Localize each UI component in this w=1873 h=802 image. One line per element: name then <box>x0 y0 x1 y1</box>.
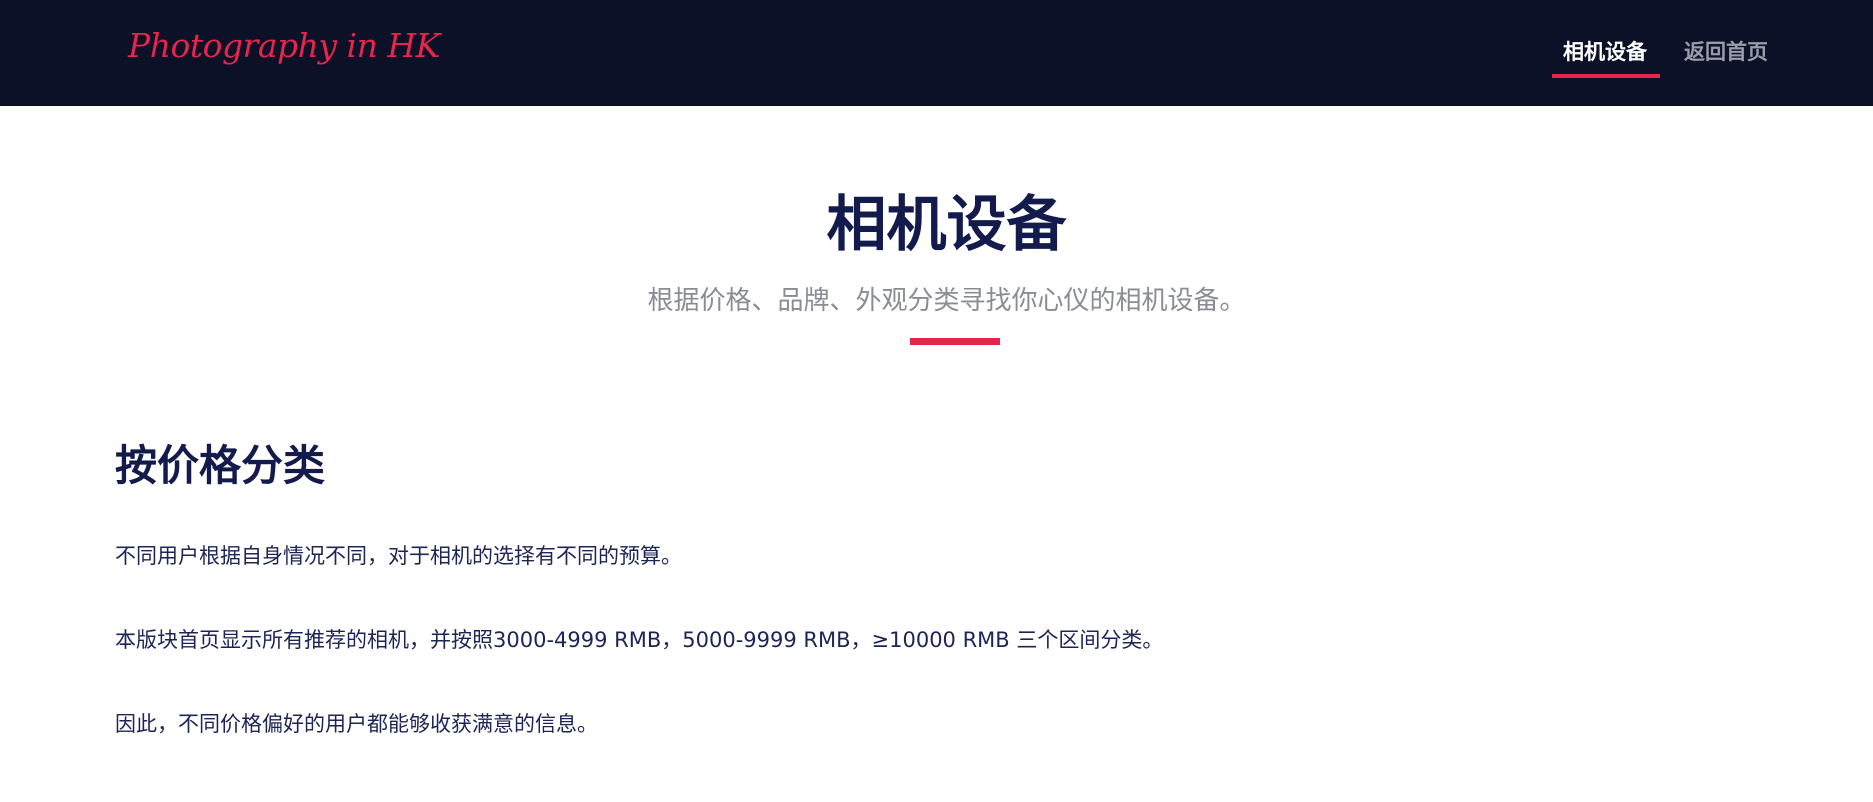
section-paragraph: 本版块首页显示所有推荐的相机，并按照3000-4999 RMB，5000-999… <box>115 628 1164 652</box>
page-title: 相机设备 <box>826 190 1067 260</box>
nav-link-back-home[interactable]: 返回首页 <box>1684 36 1768 66</box>
section-paragraph: 不同用户根据自身情况不同，对于相机的选择有不同的预算。 <box>115 544 682 568</box>
site-logo[interactable]: Photography in HK <box>128 26 440 65</box>
page-subtitle: 根据价格、品牌、外观分类寻找你心仪的相机设备。 <box>647 286 1246 316</box>
title-divider <box>910 338 1000 345</box>
section-title-by-price: 按价格分类 <box>115 441 326 490</box>
section-paragraph: 因此，不同价格偏好的用户都能够收获满意的信息。 <box>115 712 598 736</box>
top-navbar: Photography in HK 相机设备 返回首页 <box>0 0 1873 106</box>
active-nav-indicator <box>1552 74 1660 78</box>
nav-link-camera-equipment[interactable]: 相机设备 <box>1563 36 1647 66</box>
